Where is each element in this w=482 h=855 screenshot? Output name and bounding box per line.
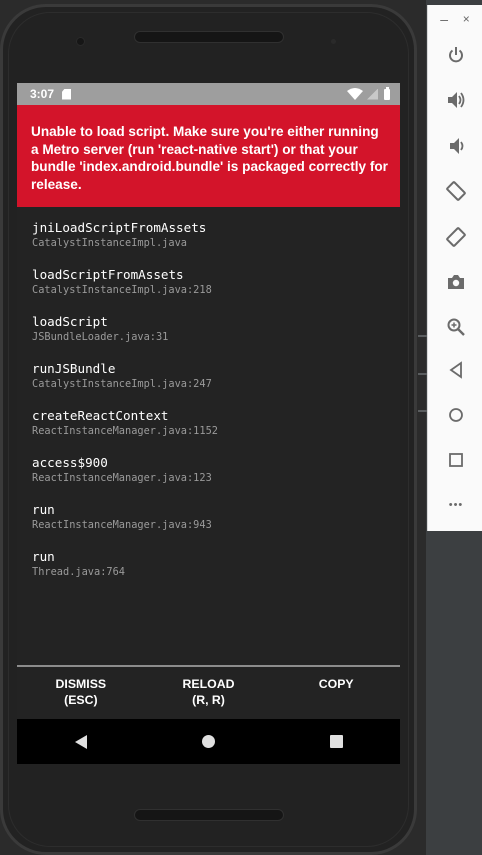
- dismiss-shortcut: (ESC): [64, 692, 98, 707]
- stack-frame-method: jniLoadScriptFromAssets: [32, 220, 207, 235]
- power-button[interactable]: [444, 43, 468, 67]
- stack-frame[interactable]: loadScriptFromAssets CatalystInstanceImpl…: [32, 266, 386, 297]
- emu-back-button[interactable]: [444, 358, 468, 382]
- copy-button[interactable]: COPY: [272, 667, 400, 719]
- stack-frame[interactable]: runJSBundle CatalystInstanceImpl.java:247: [32, 360, 386, 391]
- dismiss-label: DISMISS: [55, 677, 107, 691]
- nav-back-button[interactable]: [17, 734, 145, 749]
- stack-frame-method: loadScript: [32, 314, 108, 329]
- emu-home-button[interactable]: [444, 403, 468, 427]
- error-message: Unable to load script. Make sure you're …: [17, 105, 400, 207]
- front-camera: [76, 37, 85, 46]
- rotate-right-button[interactable]: [444, 225, 468, 249]
- toolbar-window-controls: – ×: [428, 5, 482, 33]
- emu-overview-button[interactable]: [444, 448, 468, 472]
- stack-frame[interactable]: jniLoadScriptFromAssets CatalystInstanceI…: [32, 219, 386, 250]
- android-nav-bar: [17, 719, 400, 764]
- stack-frame[interactable]: access$900 ReactInstanceManager.java:123: [32, 454, 386, 485]
- more-icon: •••: [448, 499, 464, 511]
- action-bar: DISMISS (ESC) RELOAD (R, R) COPY: [17, 665, 400, 719]
- minimize-button[interactable]: –: [440, 12, 448, 26]
- signal-icon: [367, 88, 378, 100]
- volume-down-button[interactable]: [444, 134, 468, 158]
- stack-frame-method: loadScriptFromAssets: [32, 267, 184, 282]
- close-button[interactable]: ×: [463, 12, 470, 26]
- bottom-speaker: [134, 809, 284, 821]
- stack-frame-file: ReactInstanceManager.java:943: [32, 519, 212, 531]
- stack-frame-method: run: [32, 502, 55, 517]
- stack-frame-method: runJSBundle: [32, 361, 116, 376]
- screenshot-button[interactable]: [444, 270, 468, 294]
- stack-frame[interactable]: run ReactInstanceManager.java:943: [32, 501, 386, 532]
- stack-frame-file: JSBundleLoader.java:31: [32, 331, 169, 343]
- reload-shortcut: (R, R): [192, 692, 225, 707]
- back-icon: [449, 361, 462, 379]
- stack-frame-file: ReactInstanceManager.java:1152: [32, 425, 218, 437]
- recents-icon: [329, 735, 343, 748]
- back-icon: [74, 734, 87, 749]
- overview-icon: [449, 453, 463, 467]
- battery-icon: [384, 86, 390, 100]
- rotate-right-icon: [446, 227, 466, 247]
- zoom-button[interactable]: [444, 315, 468, 339]
- rotate-left-button[interactable]: [444, 179, 468, 203]
- dismiss-button[interactable]: DISMISS (ESC): [17, 667, 145, 719]
- status-time: 3:07: [30, 87, 55, 101]
- stack-frame[interactable]: createReactContext ReactInstanceManager.j…: [32, 407, 386, 438]
- stack-frame-method: access$900: [32, 455, 108, 470]
- zoom-icon: [447, 318, 465, 336]
- stack-frame-file: CatalystInstanceImpl.java:247: [32, 378, 212, 390]
- stack-frame[interactable]: run Thread.java:764: [32, 548, 386, 579]
- stack-frame-file: ReactInstanceManager.java:123: [32, 472, 212, 484]
- reload-button[interactable]: RELOAD (R, R): [145, 667, 273, 719]
- nav-home-button[interactable]: [145, 735, 273, 748]
- stack-frame-method: createReactContext: [32, 408, 169, 423]
- volume-up-icon: [448, 92, 465, 108]
- stack-frame-file: Thread.java:764: [32, 566, 125, 578]
- nav-recents-button[interactable]: [272, 735, 400, 748]
- copy-label: COPY: [318, 677, 354, 691]
- reload-label: RELOAD: [182, 677, 235, 691]
- stack-frame-file: CatalystInstanceImpl.java:218: [32, 284, 212, 296]
- stack-frame-method: run: [32, 549, 55, 564]
- home-icon: [449, 408, 463, 422]
- wifi-icon: [347, 88, 363, 100]
- device-screen[interactable]: 3:07 Unable to load script. Make sure yo…: [17, 83, 400, 764]
- status-bar: 3:07: [17, 83, 400, 105]
- power-icon: [449, 47, 463, 63]
- more-button[interactable]: •••: [444, 493, 468, 517]
- stack-frame-file: CatalystInstanceImpl.java: [32, 237, 187, 249]
- emulator-toolbar: – × •••: [427, 5, 482, 531]
- camera-icon: [448, 275, 464, 289]
- top-speaker: [134, 31, 284, 43]
- home-icon: [202, 735, 215, 748]
- stack-frame[interactable]: loadScript JSBundleLoader.java:31: [32, 313, 386, 344]
- volume-up-button[interactable]: [444, 88, 468, 112]
- stack-trace[interactable]: jniLoadScriptFromAssets CatalystInstanceI…: [17, 207, 400, 579]
- proximity-sensor: [331, 39, 336, 44]
- rotate-left-icon: [446, 181, 466, 201]
- status-icons: [347, 86, 390, 100]
- volume-down-icon: [450, 138, 464, 154]
- sd-card-icon: [62, 88, 72, 100]
